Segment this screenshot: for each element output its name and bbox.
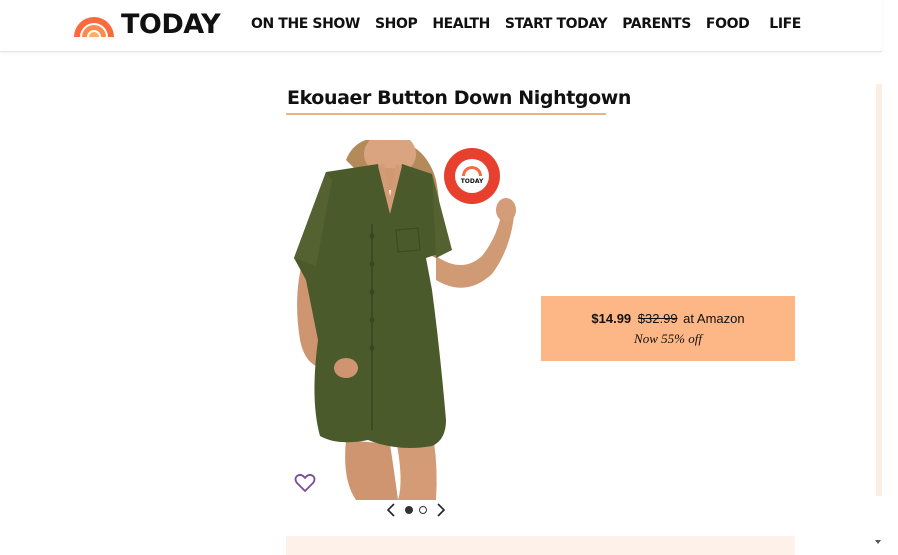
rainbow-logo-icon [74, 17, 114, 37]
green-nightgown-photo: TODAY [294, 140, 516, 500]
main-nav: ON THE SHOW SHOP HEALTH START TODAY PARE… [251, 14, 816, 34]
store-name: at Amazon [683, 311, 745, 326]
price-line: $14.99 $32.99 at Amazon [591, 310, 744, 328]
nav-start-today[interactable]: START TODAY [505, 14, 608, 34]
product-image[interactable]: TODAY [286, 140, 526, 500]
nav-life[interactable]: LIFE [769, 14, 801, 34]
product-title: Ekouaer Button Down Nightgown [287, 87, 632, 109]
chevron-left-icon[interactable] [384, 502, 398, 518]
nav-parents[interactable]: PARENTS [622, 14, 691, 34]
carousel-dot-1[interactable] [405, 506, 413, 514]
current-price: $14.99 [591, 311, 632, 326]
nav-food[interactable]: FOOD [706, 14, 750, 34]
title-underline [286, 113, 606, 115]
image-carousel-controls [384, 502, 448, 518]
nav-shop[interactable]: SHOP [375, 14, 418, 34]
logo-text: TODAY [121, 9, 221, 40]
original-price: $32.99 [637, 311, 678, 326]
shop-today-sleep-award-badge: TODAY [442, 146, 502, 206]
carousel-dot-2[interactable] [419, 506, 427, 514]
today-logo[interactable]: TODAY [72, 9, 221, 41]
bottom-strip [286, 536, 795, 555]
nav-health[interactable]: HEALTH [432, 14, 490, 34]
save-heart-icon[interactable] [294, 473, 316, 493]
carousel-dots [402, 506, 430, 514]
scroll-down-icon[interactable] [875, 539, 881, 545]
badge-today-text: TODAY [461, 178, 484, 185]
discount-text: Now 55% off [634, 331, 702, 346]
chevron-right-icon[interactable] [434, 502, 448, 518]
right-rail [876, 84, 882, 496]
buy-at-amazon-button[interactable]: $14.99 $32.99 at Amazon Now 55% off [541, 296, 795, 361]
site-header: TODAY ON THE SHOW SHOP HEALTH START TODA… [0, 0, 882, 52]
nav-on-the-show[interactable]: ON THE SHOW [251, 14, 360, 34]
